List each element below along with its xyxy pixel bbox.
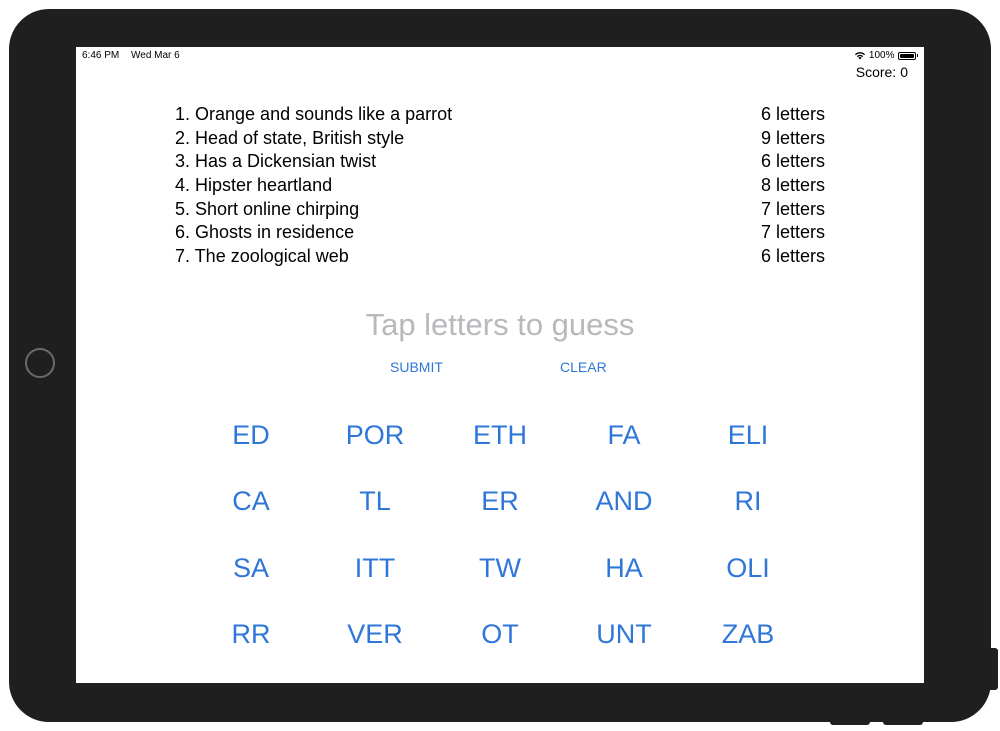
letter-tile[interactable]: ETH — [445, 413, 555, 457]
score-display: Score: 0 — [856, 64, 908, 80]
app-screen: 6:46 PM Wed Mar 6 100% Score: 0 1. Orang… — [76, 47, 924, 683]
letter-tile[interactable]: HA — [569, 546, 679, 590]
clue-length: 6 letters — [760, 104, 825, 124]
letter-tile[interactable]: ELI — [693, 413, 803, 457]
volume-down-button — [883, 718, 923, 725]
clue-length: 7 letters — [760, 222, 825, 243]
letter-tile[interactable]: TL — [320, 479, 430, 523]
clue-row: 4. Hipster heartland 8 letters — [175, 174, 825, 198]
status-indicators: 100% — [854, 50, 918, 61]
status-date: Wed Mar 6 — [131, 50, 180, 61]
letter-tile[interactable]: CA — [196, 479, 306, 523]
letter-tile[interactable]: FA — [569, 413, 679, 457]
guess-display: Tap letters to guess — [365, 307, 635, 342]
wifi-icon — [854, 51, 866, 60]
letter-tile[interactable]: ZAB — [693, 612, 803, 656]
clue-row: 2. Head of state, British style 9 letter… — [175, 127, 825, 151]
letter-tile[interactable]: SA — [196, 546, 306, 590]
score-value: 0 — [900, 64, 908, 80]
clue-length: 9 letters — [760, 127, 825, 148]
clue-list: 1. Orange and sounds like a parrot 6 let… — [175, 103, 825, 269]
power-button — [990, 648, 998, 690]
letter-tile[interactable]: RR — [196, 612, 306, 656]
clue-row: 1. Orange and sounds like a parrot 6 let… — [175, 103, 825, 127]
clue-text: 3. Has a Dickensian twist — [175, 151, 377, 172]
letter-tile[interactable]: POR — [320, 413, 430, 457]
clue-text: 1. Orange and sounds like a parrot — [175, 104, 453, 124]
clue-text: 2. Head of state, British style — [175, 127, 405, 148]
letter-tile[interactable]: VER — [320, 612, 430, 656]
clue-text: 6. Ghosts in residence — [175, 222, 355, 243]
status-time: 6:46 PM — [82, 50, 120, 61]
battery-icon — [897, 51, 918, 60]
clue-length: 7 letters — [760, 198, 825, 219]
letter-tile[interactable]: ER — [445, 479, 555, 523]
clue-text: 7. The zoological web — [175, 246, 349, 267]
submit-button[interactable]: SUBMIT — [390, 359, 443, 375]
home-button[interactable] — [25, 348, 55, 378]
clue-row: 7. The zoological web 6 letters — [175, 245, 825, 269]
score-label: Score: — [855, 64, 897, 80]
clue-text: 5. Short online chirping — [175, 198, 360, 219]
clue-row: 6. Ghosts in residence 7 letters — [175, 221, 825, 245]
letter-tile[interactable]: RI — [693, 479, 803, 523]
battery-percent: 100% — [868, 50, 895, 61]
clue-row: 3. Has a Dickensian twist 6 letters — [175, 150, 825, 174]
letter-tile[interactable]: TW — [445, 546, 555, 590]
letter-tile[interactable]: OT — [445, 612, 555, 656]
clue-row: 5. Short online chirping 7 letters — [175, 198, 825, 222]
letter-tile[interactable]: ED — [196, 413, 306, 457]
clue-length: 6 letters — [760, 246, 825, 267]
clue-length: 6 letters — [760, 151, 825, 172]
clue-length: 8 letters — [760, 175, 825, 196]
letter-tile[interactable]: ITT — [320, 546, 430, 590]
letter-tile[interactable]: OLI — [693, 546, 803, 590]
clear-button[interactable]: CLEAR — [560, 359, 607, 375]
volume-up-button — [830, 718, 870, 725]
clue-text: 4. Hipster heartland — [175, 175, 333, 196]
letter-tile[interactable]: UNT — [569, 612, 679, 656]
letter-tile[interactable]: AND — [569, 479, 679, 523]
status-bar: 6:46 PM Wed Mar 6 100% — [76, 47, 924, 63]
